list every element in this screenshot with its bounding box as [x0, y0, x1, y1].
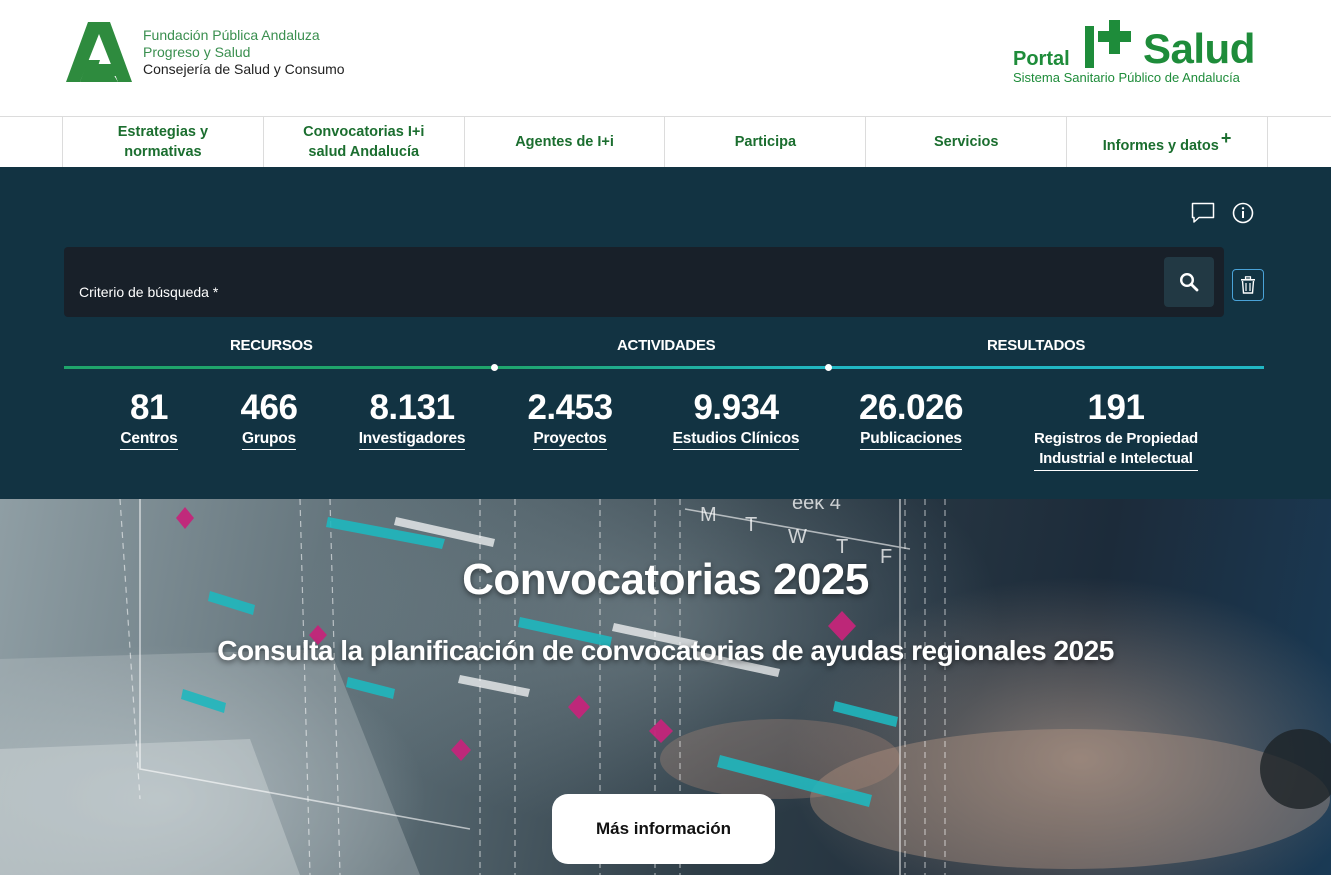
section-title-actividades: ACTIVIDADES — [617, 337, 716, 354]
stat-value: 9.934 — [693, 388, 779, 427]
stat-estudios-clinicos[interactable]: 9.934 Estudios Clínicos — [661, 387, 811, 450]
section-title-resultados: RESULTADOS — [987, 337, 1086, 354]
hero-title: Convocatorias 2025 — [462, 555, 869, 604]
search-input[interactable]: Criterio de búsqueda * — [64, 247, 1224, 317]
org-name-line2: Progreso y Salud — [143, 43, 251, 60]
resultados-bar — [828, 366, 1264, 369]
portal-plus-icon — [1085, 20, 1131, 68]
calendar-day-letter: M — [700, 504, 717, 526]
stat-registros-propiedad[interactable]: 191 Registros de Propiedad Industrial e I… — [1016, 387, 1216, 471]
stat-centros[interactable]: 81 Centros — [99, 387, 199, 450]
bar-separator-dot — [491, 364, 498, 371]
nav-item-servicios[interactable]: Servicios — [865, 117, 1066, 167]
calendar-week-label: eek 4 — [792, 499, 841, 514]
nav-label: Participa — [734, 134, 797, 150]
stat-value: 26.026 — [858, 388, 964, 427]
stat-value: 8.131 — [369, 388, 455, 427]
hero-banner: eek 4 M T W T F Convocatorias 2025 Consu… — [0, 499, 1331, 875]
stat-label: Grupos — [242, 429, 296, 450]
nav-label-line2: normativas — [124, 144, 202, 160]
portal-subtitle: Sistema Sanitario Público de Andalucía — [1013, 70, 1240, 85]
search-stats-panel: Criterio de búsqueda * RECURSOS ACTIVIDA… — [0, 167, 1331, 499]
nav-item-convocatorias[interactable]: Convocatorias I+i salud Andalucía — [262, 117, 464, 167]
stat-label: Registros de Propiedad Industrial e Intel… — [1034, 429, 1198, 471]
stat-label: Estudios Clínicos — [672, 429, 800, 450]
info-icon[interactable] — [1231, 201, 1255, 225]
stat-publicaciones[interactable]: 26.026 Publicaciones — [841, 387, 981, 450]
stat-label: Publicaciones — [860, 429, 962, 450]
nav-label: Informes y datos — [1102, 138, 1219, 154]
section-title-recursos: RECURSOS — [230, 337, 313, 354]
stat-grupos[interactable]: 466 Grupos — [219, 387, 319, 450]
clear-search-button[interactable] — [1232, 269, 1264, 301]
nav-label-line2: salud Andalucía — [308, 144, 420, 160]
portal-salud-logo[interactable]: Portal Salud Sistema Sanitario Público d… — [1013, 20, 1265, 88]
calendar-day-letter: W — [788, 526, 807, 548]
stat-investigadores[interactable]: 8.131 Investigadores — [342, 387, 482, 450]
junta-andalucia-brand[interactable]: Fundación Pública Andaluza Progreso y Sa… — [66, 20, 345, 84]
more-info-button[interactable]: Más información — [552, 794, 775, 864]
bar-separator-dot — [825, 364, 832, 371]
search-button[interactable] — [1164, 257, 1214, 307]
junta-andalucia-logo — [66, 22, 132, 82]
stat-label-line2: Industrial e Intelectual — [1039, 450, 1193, 467]
stat-label: Proyectos — [533, 429, 607, 450]
org-department: Consejería de Salud y Consumo — [143, 60, 345, 77]
nav-label: Agentes de I+i — [515, 134, 614, 150]
stat-label: Centros — [120, 429, 178, 450]
stat-value: 81 — [130, 388, 168, 427]
stat-value: 466 — [240, 388, 298, 427]
comment-icon[interactable] — [1191, 201, 1215, 225]
nav-label-line1: Estrategias y — [117, 124, 209, 140]
main-navigation: Estrategias y normativas Convocatorias I+… — [0, 116, 1331, 167]
search-input-label: Criterio de búsqueda * — [79, 284, 219, 300]
site-header: Fundación Pública Andaluza Progreso y Sa… — [0, 0, 1331, 116]
actividades-bar — [494, 366, 828, 369]
recursos-bar — [64, 366, 494, 369]
plus-icon: + — [1220, 128, 1232, 148]
stat-value: 2.453 — [527, 388, 613, 427]
hero-subtitle: Consulta la planificación de convocatori… — [217, 635, 1114, 666]
nav-item-informes[interactable]: Informes y datos + — [1066, 117, 1268, 167]
nav-label: Servicios — [933, 134, 999, 150]
nav-item-agentes[interactable]: Agentes de I+i — [463, 117, 665, 167]
stat-proyectos[interactable]: 2.453 Proyectos — [510, 387, 630, 450]
nav-item-participa[interactable]: Participa — [664, 117, 865, 167]
search-icon — [1179, 272, 1199, 292]
org-name-line1: Fundación Pública Andaluza — [143, 26, 320, 43]
nav-item-estrategias[interactable]: Estrategias y normativas — [62, 117, 263, 167]
trash-icon — [1241, 276, 1255, 294]
calendar-day-letter: T — [745, 514, 757, 536]
portal-word: Portal — [1013, 48, 1070, 70]
portal-name: Salud — [1143, 25, 1255, 72]
stat-value: 191 — [1087, 388, 1145, 427]
stat-label: Investigadores — [358, 429, 465, 450]
nav-label-line1: Convocatorias I+i — [303, 124, 425, 140]
stat-label-line1: Registros de Propiedad — [1034, 430, 1198, 447]
